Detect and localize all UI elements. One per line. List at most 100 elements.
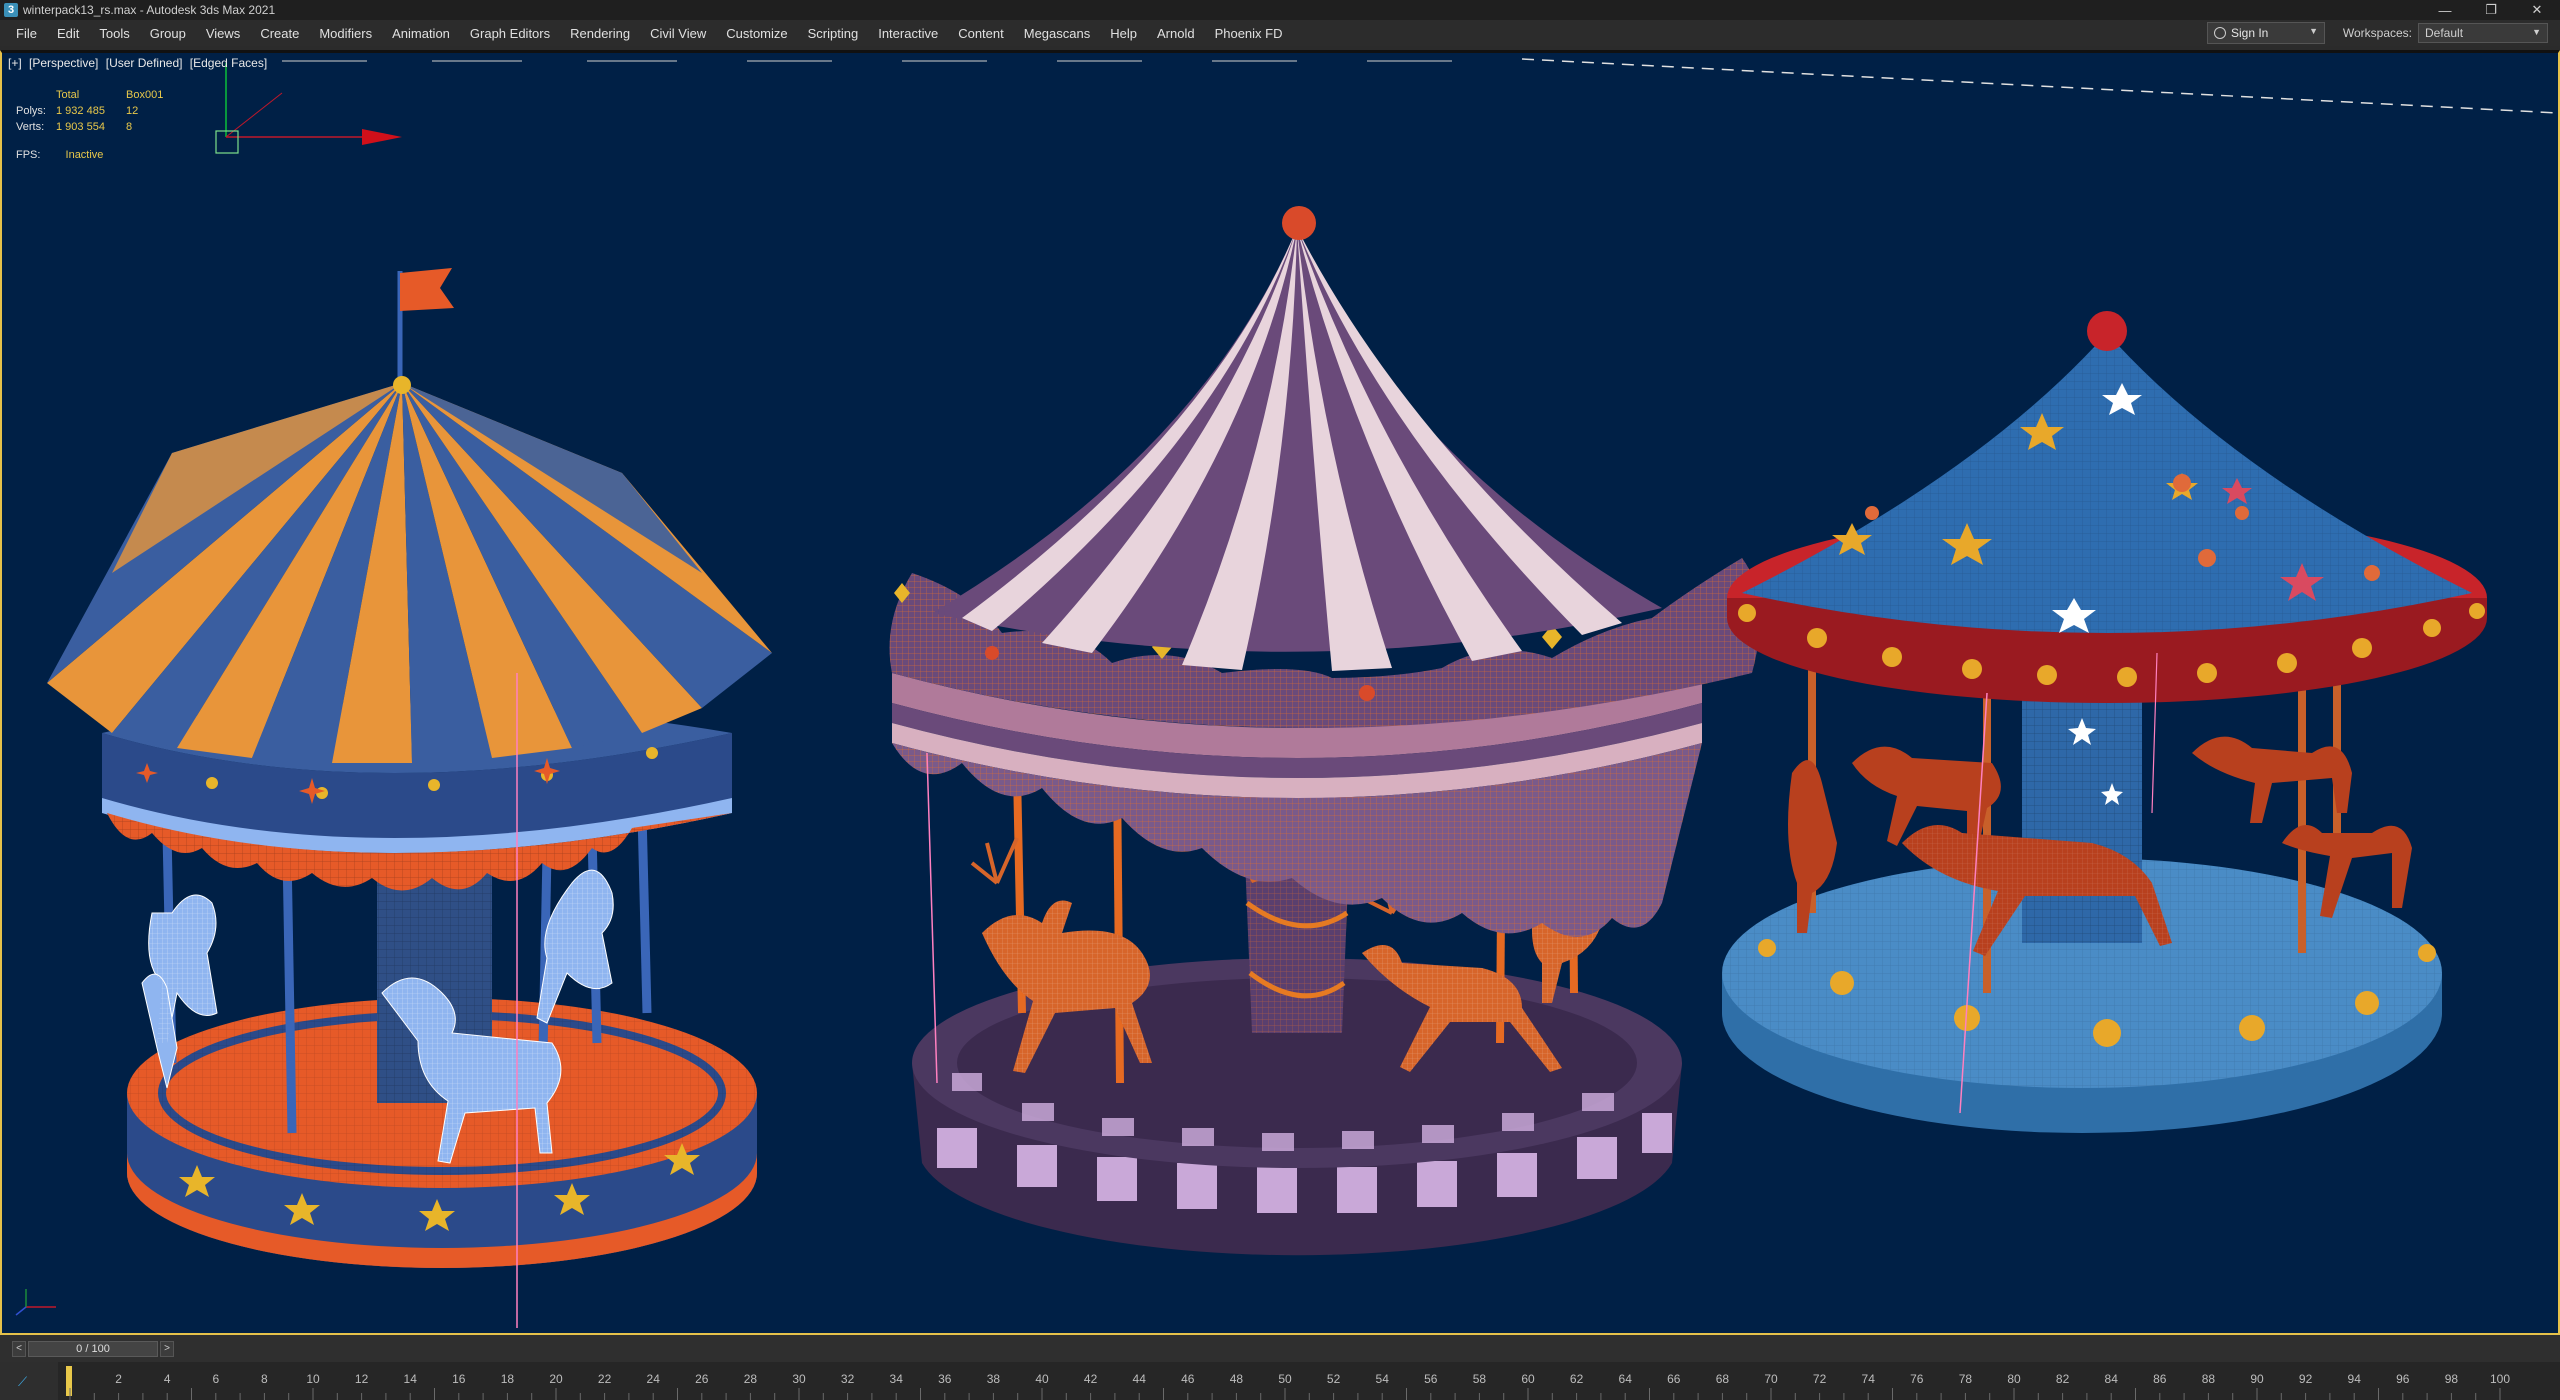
track-bar[interactable]: ⟋ 2 4 6 8 10 12 14 16 18 20 22 24 26 28 30 32 34 36 38 40 42… xyxy=(0,1362,2560,1400)
menu-modifiers[interactable]: Modifiers xyxy=(309,20,382,46)
timeline-frame-label: 16 xyxy=(452,1372,466,1386)
stats-selection-header: Box001 xyxy=(126,89,164,101)
scene-render[interactable] xyxy=(2,53,2558,1333)
time-prev-button[interactable]: < xyxy=(12,1340,26,1357)
workspaces-control: Workspaces: Default ▼ xyxy=(2343,22,2548,44)
chevron-down-icon: ▼ xyxy=(2309,26,2318,36)
minimize-button[interactable]: — xyxy=(2422,0,2468,20)
timeline-frame-label: 20 xyxy=(549,1372,563,1386)
carousel-reindeer-model[interactable] xyxy=(889,206,1761,1256)
viewport-shading[interactable]: [Edged Faces] xyxy=(190,56,267,70)
timeline-frame-label: 50 xyxy=(1278,1372,1292,1386)
timeline-frame-label: 12 xyxy=(355,1372,369,1386)
menu-megascans[interactable]: Megascans xyxy=(1014,20,1100,46)
track-bar-ruler[interactable]: ⟋ 2 4 6 8 10 12 14 16 18 20 22 24 26 28 30 32 34 36 38 40 42… xyxy=(0,1362,2560,1400)
3ds-max-app-icon[interactable]: 3 xyxy=(4,3,18,17)
stats-verts-row: Verts: 1 903 554 8 xyxy=(16,121,133,133)
timeline-frame-label: 52 xyxy=(1327,1372,1341,1386)
workspaces-selected: Default xyxy=(2425,26,2464,40)
timeline-frame-label: 70 xyxy=(1764,1372,1778,1386)
timeline-frame-label: 4 xyxy=(164,1372,171,1386)
timeline-frame-label: 22 xyxy=(598,1372,612,1386)
viewport-lighting[interactable]: [User Defined] xyxy=(106,56,183,70)
timeline-frame-label: 24 xyxy=(647,1372,661,1386)
perspective-viewport[interactable]: [+] [Perspective] [User Defined] [Edged … xyxy=(0,50,2560,1335)
fps-value: Inactive xyxy=(65,149,104,161)
viewport-point-of-view[interactable]: [Perspective] xyxy=(29,56,98,70)
timeline-frame-label: 64 xyxy=(1619,1372,1633,1386)
timeline-frame-label: 94 xyxy=(2348,1372,2362,1386)
timeline-frame-label: 82 xyxy=(2056,1372,2070,1386)
timeline-frame-label: 100 xyxy=(2490,1372,2510,1386)
sign-in-label: Sign In xyxy=(2231,26,2269,40)
timeline-frame-label: 34 xyxy=(890,1372,904,1386)
grid-edge-line xyxy=(1521,58,2558,114)
timeline-frame-label: 2 xyxy=(115,1372,122,1386)
menu-arnold[interactable]: Arnold xyxy=(1147,20,1205,46)
timeline-frame-label: 88 xyxy=(2202,1372,2216,1386)
timeline-frame-label: 30 xyxy=(792,1372,806,1386)
menu-animation[interactable]: Animation xyxy=(382,20,460,46)
menu-tools[interactable]: Tools xyxy=(89,20,139,46)
stats-header-row: Total Box001 xyxy=(16,87,186,103)
timeline-frame-label: 98 xyxy=(2445,1372,2459,1386)
current-frame-marker xyxy=(66,1366,72,1396)
timeline-frame-label: 46 xyxy=(1181,1372,1195,1386)
world-axis-gizmo xyxy=(215,63,402,154)
sign-in-dropdown[interactable]: Sign In ▼ xyxy=(2207,22,2325,44)
timeline-frame-label: 84 xyxy=(2105,1372,2119,1386)
menu-help[interactable]: Help xyxy=(1100,20,1147,46)
menu-customize[interactable]: Customize xyxy=(716,20,797,46)
timeline-frame-label: 62 xyxy=(1570,1372,1584,1386)
close-button[interactable]: ✕ xyxy=(2514,0,2560,20)
menu-group[interactable]: Group xyxy=(140,20,196,46)
menu-interactive[interactable]: Interactive xyxy=(868,20,948,46)
timeline-frame-label: 6 xyxy=(212,1372,219,1386)
timeline-frame-label: 8 xyxy=(261,1372,268,1386)
title-bar: 3 winterpack13_rs.max - Autodesk 3ds Max… xyxy=(0,0,2560,20)
timeline-frame-label: 56 xyxy=(1424,1372,1438,1386)
carousel-stars-model[interactable] xyxy=(1722,311,2487,1133)
restore-button[interactable]: ❐ xyxy=(2468,0,2514,20)
menu-file[interactable]: File xyxy=(6,20,47,46)
menu-content[interactable]: Content xyxy=(948,20,1014,46)
timeline-frame-label: 76 xyxy=(1910,1372,1924,1386)
timeline-frame-label: 48 xyxy=(1230,1372,1244,1386)
time-next-button[interactable]: > xyxy=(160,1340,174,1357)
timeline-frame-label: 78 xyxy=(1959,1372,1973,1386)
time-slider-bar: < 0 / 100 > xyxy=(0,1335,2560,1362)
stats-polys-row: Polys: 1 932 485 12 xyxy=(16,105,139,117)
timeline-frame-label: 10 xyxy=(306,1372,320,1386)
carousel-horses-model[interactable] xyxy=(47,268,772,1328)
menu-edit[interactable]: Edit xyxy=(47,20,89,46)
time-slider-handle[interactable]: 0 / 100 xyxy=(28,1340,158,1357)
menu-rendering[interactable]: Rendering xyxy=(560,20,640,46)
viewport-menu-plus[interactable]: [+] xyxy=(8,56,22,70)
timeline-frame-label: 28 xyxy=(744,1372,758,1386)
timeline-frame-label: 44 xyxy=(1133,1372,1147,1386)
track-bar-mini-curve-toggle xyxy=(0,1362,58,1400)
chevron-down-icon: ▼ xyxy=(2532,27,2541,37)
workspaces-select[interactable]: Default ▼ xyxy=(2418,23,2548,43)
timeline-frame-label: 60 xyxy=(1521,1372,1535,1386)
menu-phoenix-fd[interactable]: Phoenix FD xyxy=(1205,20,1293,46)
fps-readout: FPS: Inactive xyxy=(16,149,104,161)
menu-scripting[interactable]: Scripting xyxy=(798,20,869,46)
menu-views[interactable]: Views xyxy=(196,20,250,46)
menu-civil-view[interactable]: Civil View xyxy=(640,20,716,46)
user-icon xyxy=(2214,27,2226,39)
menu-create[interactable]: Create xyxy=(250,20,309,46)
menu-graph-editors[interactable]: Graph Editors xyxy=(460,20,560,46)
scene-statistics: Total Box001 Polys: 1 932 485 12 Verts: … xyxy=(16,87,186,135)
timeline-frame-label: 32 xyxy=(841,1372,855,1386)
viewport-label[interactable]: [+] [Perspective] [User Defined] [Edged … xyxy=(8,56,271,70)
timeline-frame-label: 68 xyxy=(1716,1372,1730,1386)
timeline-frame-label: 58 xyxy=(1473,1372,1487,1386)
timeline-frame-label: 72 xyxy=(1813,1372,1827,1386)
timeline-frame-label: 54 xyxy=(1376,1372,1390,1386)
timeline-frame-label: 42 xyxy=(1084,1372,1098,1386)
timeline-frame-label: 74 xyxy=(1862,1372,1876,1386)
timeline-frame-label: 92 xyxy=(2299,1372,2313,1386)
timeline-frame-label: 18 xyxy=(501,1372,515,1386)
timeline-frame-label: 96 xyxy=(2396,1372,2410,1386)
